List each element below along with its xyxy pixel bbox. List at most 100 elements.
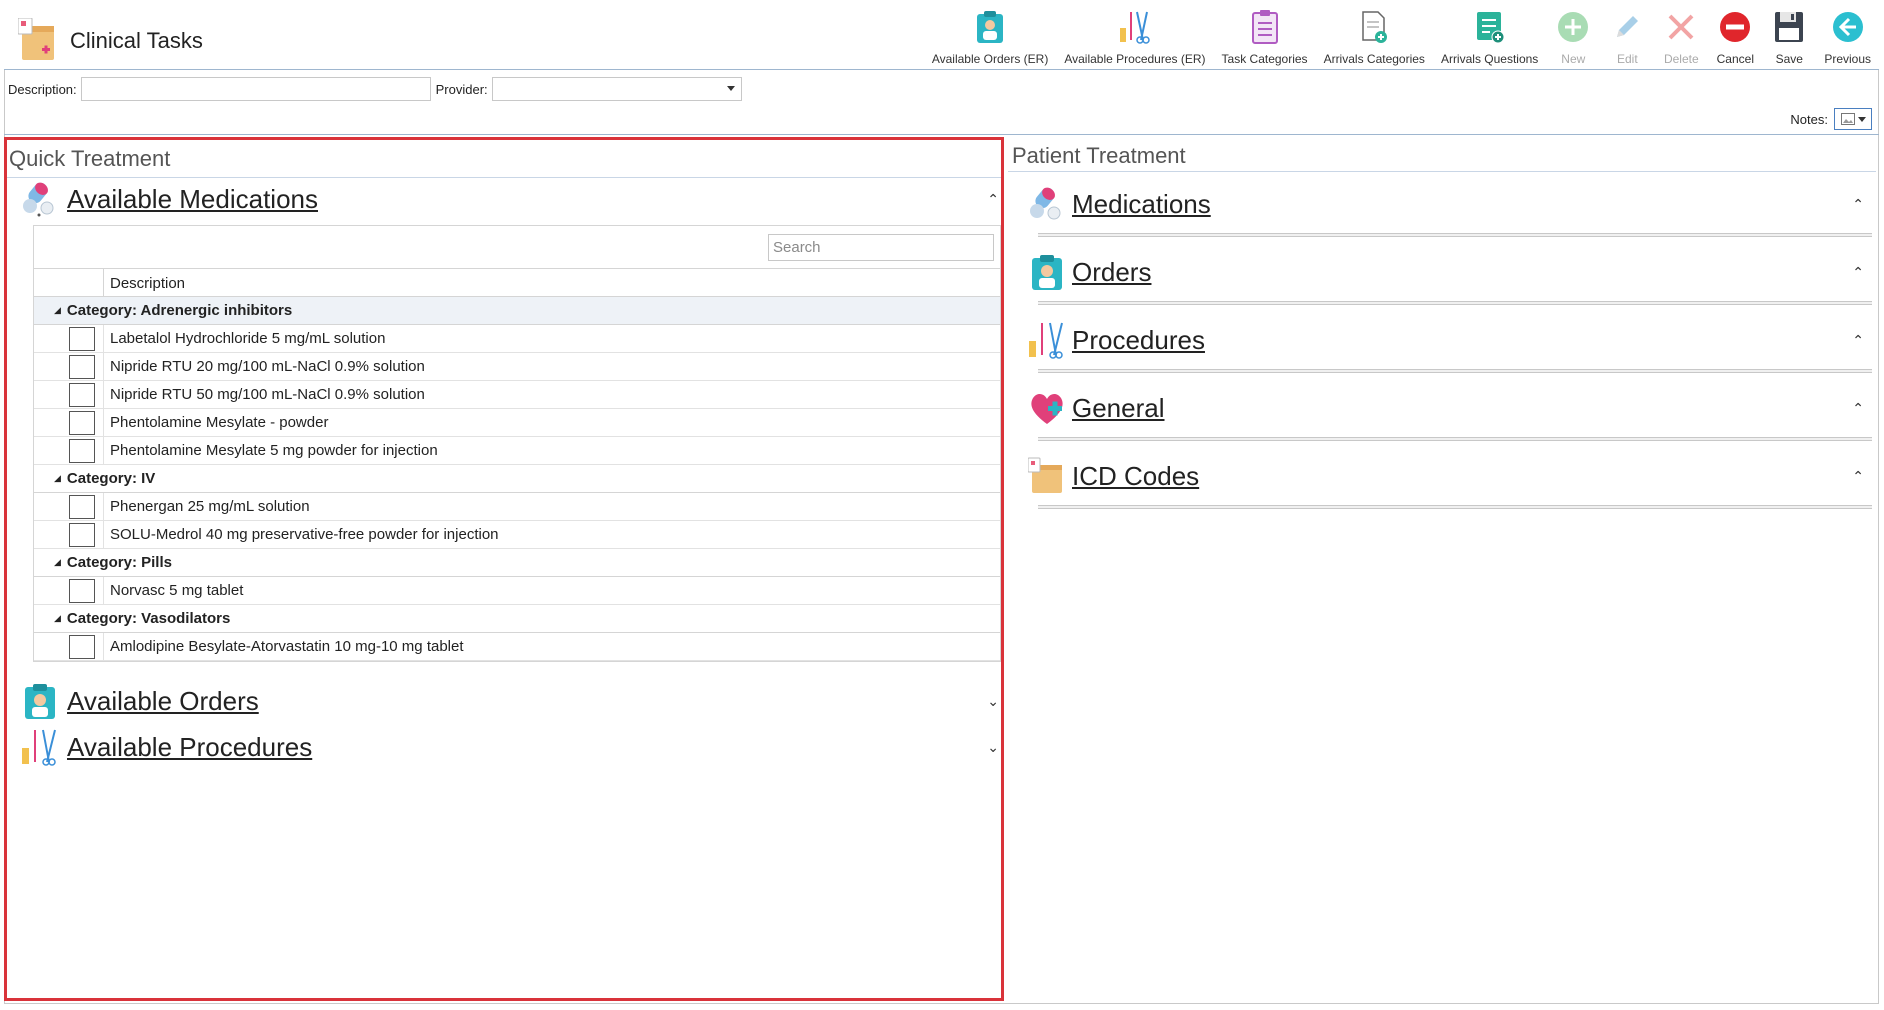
available-procedures-er-button[interactable]: Available Procedures (ER) [1056, 8, 1213, 68]
available-orders-er-button[interactable]: Available Orders (ER) [924, 8, 1056, 68]
row-checkbox[interactable] [69, 410, 95, 435]
chevron-up-icon[interactable]: ⌃ [1852, 264, 1864, 281]
table-row[interactable]: Phentolamine Mesylate 5 mg powder for in… [34, 436, 1000, 465]
save-label: Save [1775, 52, 1803, 66]
divider [7, 177, 1001, 178]
available-medications-header[interactable]: Available Medications ⌃ [21, 180, 999, 218]
row-checkbox[interactable] [69, 326, 95, 351]
chevron-up-icon[interactable]: ⌃ [1852, 332, 1864, 349]
section-content-bar [1038, 437, 1872, 441]
triangle-down-icon[interactable]: ◢ [54, 473, 61, 484]
provider-label: Provider: [435, 81, 488, 97]
row-checkbox[interactable] [69, 382, 95, 407]
chevron-down-icon[interactable]: ⌄ [987, 693, 999, 710]
chevron-up-icon[interactable]: ⌃ [1852, 196, 1864, 213]
category-row[interactable]: ◢ Category: Pills [34, 549, 1000, 577]
edit-button[interactable]: Edit [1600, 8, 1654, 68]
x-icon [1668, 14, 1694, 40]
patient-medications-header[interactable]: Medications ⌃ [1028, 183, 1874, 225]
row-checkbox[interactable] [69, 354, 95, 379]
table-row[interactable]: Amlodipine Besylate-Atorvastatin 10 mg-1… [34, 632, 1000, 661]
table-row[interactable]: Nipride RTU 50 mg/100 mL-NaCl 0.9% solut… [34, 380, 1000, 409]
header: Clinical Tasks Available Orders (ER) Ava… [4, 4, 1879, 70]
arrivals-categories-label: Arrivals Categories [1323, 52, 1425, 66]
table-row[interactable]: Labetalol Hydrochloride 5 mg/mL solution [34, 324, 1000, 353]
cancel-label: Cancel [1716, 52, 1754, 66]
table-row[interactable]: SOLU-Medrol 40 mg preservative-free powd… [34, 520, 1000, 549]
patient-icd-codes-header[interactable]: ICD Codes ⌃ [1028, 455, 1874, 497]
medication-name: Nipride RTU 50 mg/100 mL-NaCl 0.9% solut… [110, 386, 425, 403]
new-button[interactable]: New [1546, 8, 1600, 68]
notes-button[interactable] [1834, 108, 1872, 130]
description-input[interactable] [80, 77, 431, 101]
surgical-tools-icon [1119, 11, 1150, 44]
patient-procedures-section: Procedures ⌃ [1028, 319, 1874, 373]
toolbar: Available Orders (ER) Available Procedur… [924, 8, 1879, 68]
clipboard-doctor-icon [25, 684, 55, 719]
chevron-up-icon[interactable]: ⌃ [1852, 468, 1864, 485]
category-row[interactable]: ◢ Category: IV [34, 465, 1000, 493]
chevron-down-icon [726, 86, 735, 91]
section-content-bar [1038, 233, 1872, 237]
table-row[interactable]: Phenergan 25 mg/mL solution [34, 492, 1000, 521]
task-categories-button[interactable]: Task Categories [1214, 8, 1316, 68]
patient-general-header[interactable]: General ⌃ [1028, 387, 1874, 429]
table-row[interactable]: Phentolamine Mesylate - powder [34, 408, 1000, 437]
category-label: Category: Adrenergic inhibitors [66, 302, 293, 319]
row-checkbox[interactable] [69, 494, 95, 519]
available-orders-header[interactable]: Available Orders ⌄ [21, 682, 999, 720]
delete-button[interactable]: Delete [1654, 8, 1708, 68]
medication-name: Phenergan 25 mg/mL solution [110, 498, 310, 515]
section-content-bar [1038, 369, 1872, 373]
category-row[interactable]: ◢ Category: Adrenergic inhibitors [34, 297, 1000, 325]
medication-name: Labetalol Hydrochloride 5 mg/mL solution [110, 330, 386, 347]
row-checkbox[interactable] [69, 578, 95, 603]
patient-orders-section: Orders ⌃ [1028, 251, 1874, 305]
save-button[interactable]: Save [1762, 8, 1816, 68]
patient-icd-codes-section: ICD Codes ⌃ [1028, 455, 1874, 509]
category-row[interactable]: ◢ Category: Vasodilators [34, 605, 1000, 633]
patient-orders-header[interactable]: Orders ⌃ [1028, 251, 1874, 293]
minus-circle-icon [1720, 12, 1751, 42]
chevron-down-icon [1857, 116, 1866, 122]
row-checkbox[interactable] [69, 438, 95, 463]
row-checkbox[interactable] [69, 634, 95, 659]
pills-icon [23, 182, 54, 217]
previous-label: Previous [1824, 52, 1871, 66]
provider-select[interactable] [491, 77, 742, 101]
medication-name: Phentolamine Mesylate 5 mg powder for in… [110, 442, 438, 459]
patient-medications-section: Medications ⌃ [1028, 183, 1874, 237]
category-label: Category: IV [66, 470, 156, 487]
surgical-tools-icon [1029, 322, 1063, 359]
available-medications-title: Available Medications [67, 183, 318, 214]
chevron-down-icon[interactable]: ⌄ [987, 739, 999, 756]
table-row[interactable]: Nipride RTU 20 mg/100 mL-NaCl 0.9% solut… [34, 352, 1000, 381]
folder-medical-icon [1028, 457, 1062, 493]
patient-treatment-title: Patient Treatment [1012, 143, 1186, 168]
cancel-button[interactable]: Cancel [1708, 8, 1762, 68]
row-checkbox[interactable] [69, 522, 95, 547]
grid-header-select-column [34, 269, 104, 296]
triangle-down-icon[interactable]: ◢ [54, 613, 61, 624]
notes-image-icon [1840, 113, 1855, 125]
document-add-icon [1362, 11, 1388, 43]
triangle-down-icon[interactable]: ◢ [54, 305, 61, 316]
section-content-bar [1038, 505, 1872, 509]
patient-procedures-header[interactable]: Procedures ⌃ [1028, 319, 1874, 361]
available-orders-title: Available Orders [67, 685, 259, 716]
table-row[interactable]: Norvasc 5 mg tablet [34, 576, 1000, 605]
chevron-up-icon[interactable]: ⌃ [1852, 400, 1864, 417]
arrivals-questions-button[interactable]: Arrivals Questions [1433, 8, 1546, 68]
arrivals-questions-label: Arrivals Questions [1440, 52, 1539, 66]
arrivals-categories-button[interactable]: Arrivals Categories [1316, 8, 1433, 68]
grid-header-description[interactable]: Description [104, 269, 191, 296]
triangle-down-icon[interactable]: ◢ [54, 557, 61, 568]
available-procedures-header[interactable]: Available Procedures ⌄ [21, 728, 999, 766]
patient-general-title: General [1072, 392, 1165, 423]
pencil-icon [1617, 16, 1639, 37]
medication-name: Norvasc 5 mg tablet [110, 582, 244, 599]
grid-search-input[interactable]: Search [768, 234, 994, 261]
previous-button[interactable]: Previous [1816, 8, 1879, 68]
chevron-up-icon[interactable]: ⌃ [987, 191, 999, 208]
notes-area: Notes: [1790, 108, 1872, 130]
